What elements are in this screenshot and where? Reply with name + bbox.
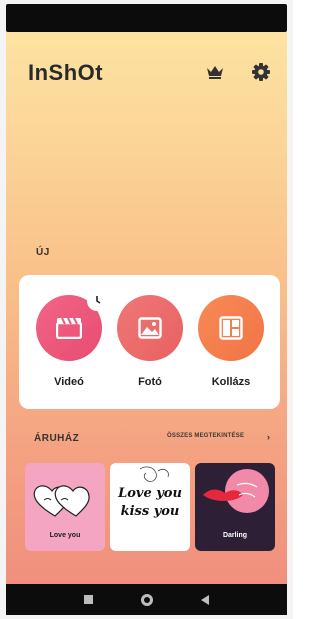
collage-label: Kollázs [211, 376, 251, 388]
home-circle-icon[interactable] [141, 593, 153, 606]
clapperboard-icon [56, 317, 82, 339]
store-section-title: ÁRUHÁZ [34, 433, 80, 444]
app-logo: InShOt [28, 60, 104, 85]
app-screen: InShOt ÚJ Videó Fotó Kollázs ÁRUHÁZ ÖSSZ… [6, 32, 287, 584]
sticker-pack-darling[interactable]: Darling [195, 463, 275, 551]
hearts-icon [33, 485, 90, 517]
lips-badge-icon [203, 469, 269, 513]
photo-label: Fotó [138, 376, 162, 388]
navigation-bar [6, 584, 287, 615]
create-card: Videó Fotó Kollázs [19, 275, 280, 409]
video-button[interactable]: Videó [35, 291, 107, 388]
image-icon [138, 317, 162, 339]
crown-icon[interactable] [206, 64, 224, 80]
collage-button[interactable]: Kollázs [197, 295, 265, 388]
stop-square-icon[interactable] [84, 595, 93, 604]
clock-icon [96, 296, 101, 304]
clock-badge [87, 291, 107, 311]
photo-circle[interactable] [117, 295, 183, 361]
sticker-caption: Darling [222, 532, 248, 539]
sticker-pack-love-you[interactable]: Love you [25, 463, 105, 551]
video-circle[interactable] [36, 291, 107, 361]
gear-icon[interactable] [251, 62, 271, 82]
phone-frame: InShOt ÚJ Videó Fotó Kollázs ÁRUHÁZ ÖSSZ… [0, 0, 293, 619]
photo-button[interactable]: Fotó [116, 295, 184, 388]
back-triangle-icon[interactable] [201, 594, 209, 605]
sticker-script-text: Love you kiss you [118, 486, 182, 519]
sticker-caption: Love you [49, 532, 81, 539]
collage-circle[interactable] [198, 295, 264, 361]
collage-icon [219, 316, 243, 340]
chevron-right-icon[interactable]: › [267, 432, 270, 442]
sticker-pack-love-you-kiss-you[interactable]: Love you kiss you [110, 463, 190, 551]
see-all-link[interactable]: ÖSSZES MEGTEKINTÉSE [167, 433, 244, 439]
new-section-title: ÚJ [36, 247, 50, 258]
status-bar [6, 4, 287, 32]
video-label: Videó [54, 376, 84, 388]
